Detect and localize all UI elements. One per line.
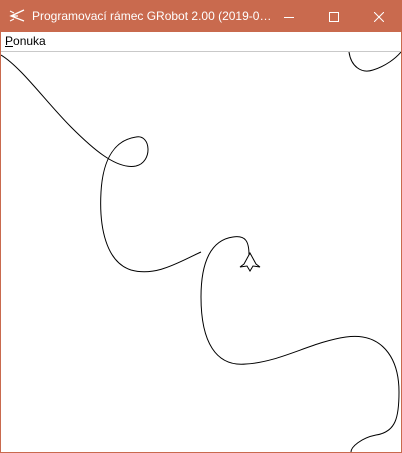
window-title: Programovací rámec GRobot 2.00 (2019-0… [32, 9, 272, 23]
close-button[interactable] [356, 1, 401, 32]
close-icon [373, 11, 384, 22]
title-bar[interactable]: Programovací rámec GRobot 2.00 (2019-0… [1, 1, 401, 32]
minimize-button[interactable] [266, 1, 311, 32]
app-logo-icon [8, 8, 26, 24]
robot-trail-path-3 [348, 52, 401, 72]
maximize-icon [328, 11, 339, 22]
robot-trail-path-1 [1, 54, 202, 273]
menu-bar: Ponuka [1, 32, 401, 52]
app-window: Programovací rámec GRobot 2.00 (2019-0… … [0, 0, 402, 453]
robot-trail-svg [1, 52, 401, 452]
maximize-button[interactable] [311, 1, 356, 32]
minimize-icon [283, 16, 294, 18]
menu-item-accelerator: P [5, 34, 14, 48]
menu-item-ponuka[interactable]: Ponuka [5, 34, 46, 49]
drawing-canvas[interactable] [1, 52, 401, 452]
robot-trail-path-2 [200, 236, 400, 452]
robot-arrow-icon [239, 251, 261, 272]
menu-item-label: onuka [13, 34, 46, 48]
